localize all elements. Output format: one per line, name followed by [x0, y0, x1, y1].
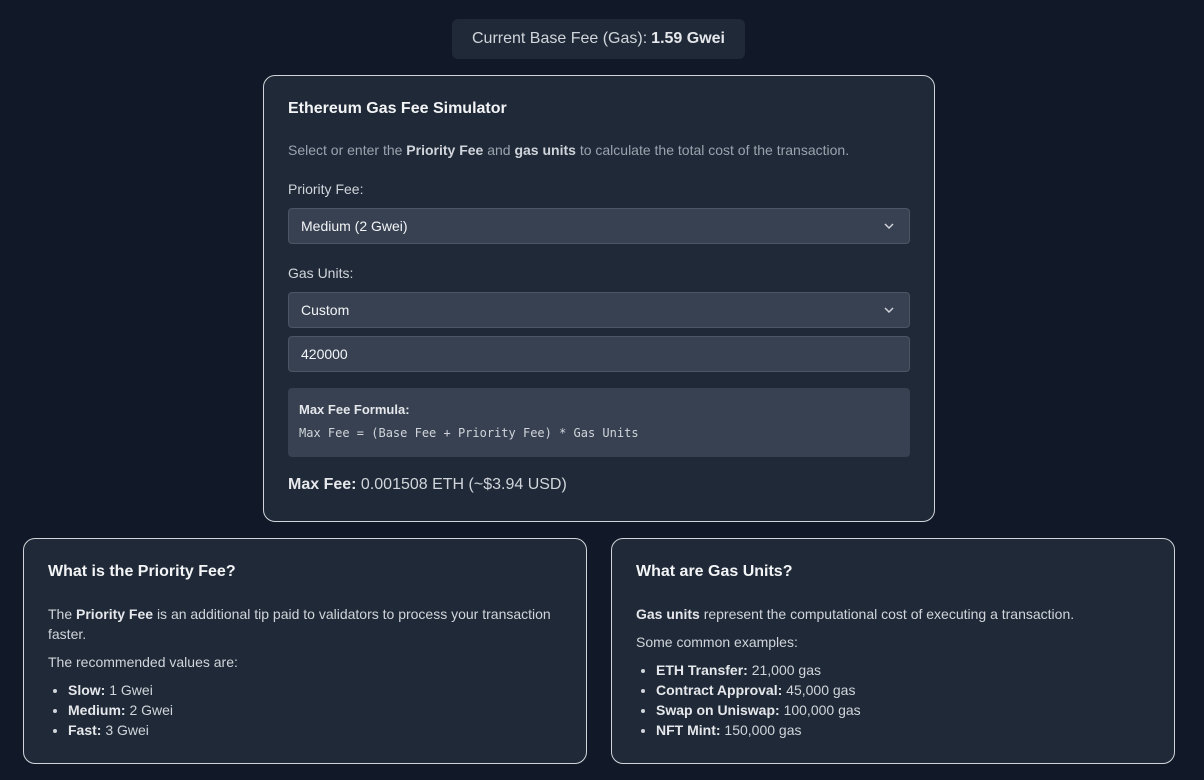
item-value: 45,000 gas: [786, 682, 856, 698]
gas-units-input[interactable]: 420000: [288, 336, 910, 372]
gas-units-info-card: What are Gas Units? Gas units represent …: [611, 538, 1175, 764]
formula-box: Max Fee Formula: Max Fee = (Base Fee + P…: [288, 388, 910, 457]
desc-bold-gas: gas units: [514, 142, 576, 158]
item-label: ETH Transfer:: [656, 662, 748, 678]
item-value: 21,000 gas: [751, 662, 821, 678]
list-item: NFT Mint: 150,000 gas: [656, 720, 1150, 740]
gas-units-label: Gas Units:: [288, 265, 354, 281]
item-value: 1 Gwei: [109, 682, 153, 698]
chevron-down-icon: [884, 223, 894, 230]
item-value: 100,000 gas: [783, 702, 861, 718]
list-item: Slow: 1 Gwei: [68, 680, 562, 700]
priority-info-title: What is the Priority Fee?: [48, 563, 236, 580]
item-label: Swap on Uniswap:: [656, 702, 780, 718]
list-item: Medium: 2 Gwei: [68, 700, 562, 720]
formula-title: Max Fee Formula:: [299, 402, 410, 417]
chevron-down-icon: [884, 307, 894, 314]
item-label: NFT Mint:: [656, 722, 721, 738]
list-item: Contract Approval: 45,000 gas: [656, 680, 1150, 700]
formula-code: Max Fee = (Base Fee + Priority Fee) * Ga…: [299, 426, 639, 440]
max-fee-value: 0.001508 ETH (~$3.94 USD): [360, 476, 567, 493]
priority-fee-selected: Medium (2 Gwei): [301, 218, 408, 234]
base-fee-value: 1.59 Gwei: [651, 30, 725, 47]
item-label: Medium:: [68, 702, 126, 718]
desc-text: to calculate the total cost of the trans…: [579, 142, 850, 158]
gas-simulator-card: Ethereum Gas Fee Simulator Select or ent…: [263, 75, 935, 522]
item-label: Fast:: [68, 722, 102, 738]
gas-units-selected: Custom: [301, 302, 350, 318]
paragraph-bold: Priority Fee: [76, 606, 154, 622]
gas-units-select[interactable]: Custom: [288, 292, 910, 328]
max-fee-result: Max Fee: 0.001508 ETH (~$3.94 USD): [288, 476, 567, 494]
list-item: Fast: 3 Gwei: [68, 720, 562, 740]
item-value: 3 Gwei: [105, 722, 149, 738]
priority-values-list: Slow: 1 Gwei Medium: 2 Gwei Fast: 3 Gwei: [48, 680, 562, 740]
priority-info-recommended: The recommended values are:: [48, 654, 238, 670]
gas-info-paragraph: Gas units represent the computational co…: [636, 604, 1150, 624]
paragraph-text: represent the computational cost of exec…: [703, 606, 1075, 622]
gas-info-examples: Some common examples:: [636, 634, 798, 650]
item-value: 150,000 gas: [724, 722, 802, 738]
gas-units-input-value: 420000: [301, 346, 348, 362]
priority-fee-label: Priority Fee:: [288, 181, 364, 197]
gas-examples-list: ETH Transfer: 21,000 gas Contract Approv…: [636, 660, 1150, 740]
desc-text: Select or enter the: [288, 142, 403, 158]
simulator-description: Select or enter the Priority Fee and gas…: [288, 142, 849, 158]
paragraph-bold: Gas units: [636, 606, 700, 622]
priority-fee-info-card: What is the Priority Fee? The Priority F…: [23, 538, 587, 764]
list-item: Swap on Uniswap: 100,000 gas: [656, 700, 1150, 720]
base-fee-banner: Current Base Fee (Gas): 1.59 Gwei: [452, 19, 745, 59]
priority-info-paragraph: The Priority Fee is an additional tip pa…: [48, 604, 562, 644]
priority-fee-select[interactable]: Medium (2 Gwei): [288, 208, 910, 244]
item-label: Slow:: [68, 682, 106, 698]
gas-info-title: What are Gas Units?: [636, 563, 793, 580]
paragraph-text: The: [48, 606, 73, 622]
item-value: 2 Gwei: [129, 702, 174, 718]
list-item: ETH Transfer: 21,000 gas: [656, 660, 1150, 680]
item-label: Contract Approval:: [656, 682, 783, 698]
max-fee-label: Max Fee:: [288, 476, 357, 493]
simulator-title: Ethereum Gas Fee Simulator: [288, 100, 507, 117]
desc-text: and: [487, 142, 511, 158]
base-fee-label: Current Base Fee (Gas):: [472, 30, 648, 47]
desc-bold-priority: Priority Fee: [406, 142, 484, 158]
